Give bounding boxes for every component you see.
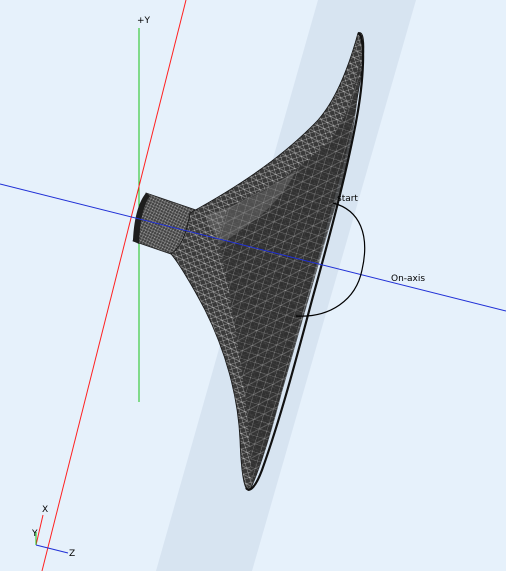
x-axis-line xyxy=(41,0,187,571)
on-axis-label: On-axis xyxy=(391,274,425,284)
triad-x-label: X xyxy=(42,505,48,515)
arc-start-label: start xyxy=(337,194,358,204)
orientation-triad: X Y Z xyxy=(31,505,75,559)
triad-y-label: Y xyxy=(31,529,38,539)
3d-viewport[interactable]: +Y start On-axis X Y Z xyxy=(0,0,506,571)
scene-canvas[interactable]: +Y start On-axis X Y Z xyxy=(0,0,506,571)
triad-z-label: Z xyxy=(69,549,75,559)
triad-z-axis xyxy=(35,544,69,554)
y-axis-label: +Y xyxy=(137,16,151,26)
